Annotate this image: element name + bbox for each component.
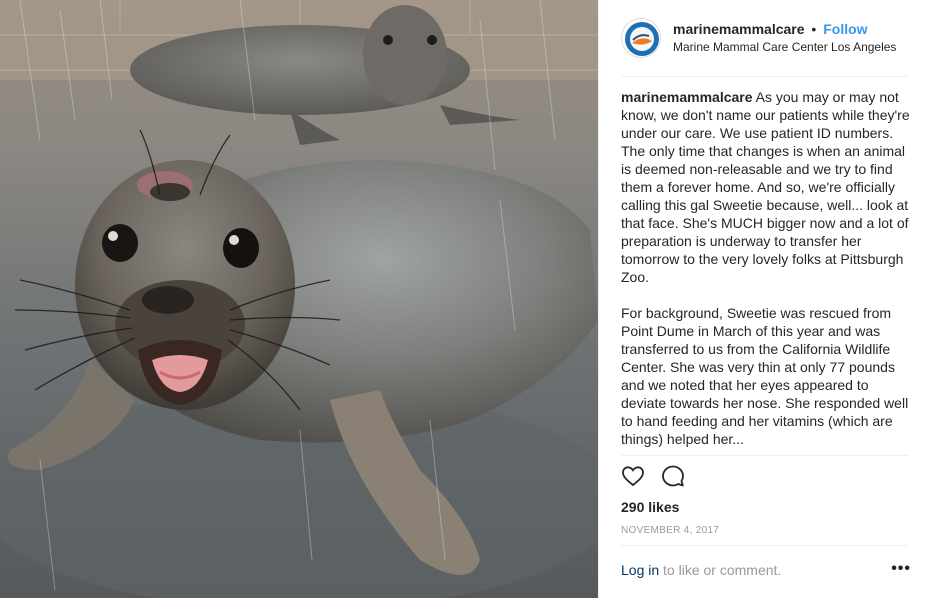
separator-dot: • [811, 21, 817, 38]
location-link[interactable]: Marine Mammal Care Center Los Angeles [673, 40, 896, 56]
footer-divider [621, 545, 908, 546]
caption-paragraph-1: marinemammalcare As you may or may not k… [621, 88, 911, 286]
caption-text-1: As you may or may not know, we don't nam… [621, 89, 910, 285]
header-divider [621, 76, 908, 77]
likes-count[interactable]: 290 likes [621, 499, 679, 515]
avatar[interactable] [621, 18, 661, 58]
caption-paragraph-2: For background, Sweetie was rescued from… [621, 305, 909, 447]
instagram-post: marinemammalcare • Follow Marine Mammal … [0, 0, 931, 598]
header-text: marinemammalcare • Follow Marine Mammal … [673, 20, 896, 56]
heart-icon[interactable] [621, 464, 645, 488]
follow-button[interactable]: Follow [823, 21, 867, 37]
more-options-icon[interactable]: ••• [891, 561, 911, 577]
marine-mammal-logo-icon [625, 22, 659, 56]
actions-divider [621, 455, 908, 456]
login-footer: Log in to like or comment. ••• [621, 561, 911, 584]
seal-photo-image [0, 0, 598, 598]
header-user-line: marinemammalcare • Follow [673, 20, 896, 38]
post-header: marinemammalcare • Follow Marine Mammal … [599, 0, 931, 76]
header-username[interactable]: marinemammalcare [673, 21, 805, 37]
post-actions [621, 464, 701, 488]
post-side-panel: marinemammalcare • Follow Marine Mammal … [598, 0, 931, 598]
login-link[interactable]: Log in [621, 562, 659, 578]
post-date[interactable]: NOVEMBER 4, 2017 [621, 525, 719, 536]
post-photo[interactable] [0, 0, 598, 598]
caption-username[interactable]: marinemammalcare [621, 89, 753, 105]
comment-icon[interactable] [661, 464, 685, 488]
caption-scroll-area[interactable]: marinemammalcare As you may or may not k… [621, 88, 911, 454]
login-prompt-text: to like or comment. [659, 562, 782, 578]
